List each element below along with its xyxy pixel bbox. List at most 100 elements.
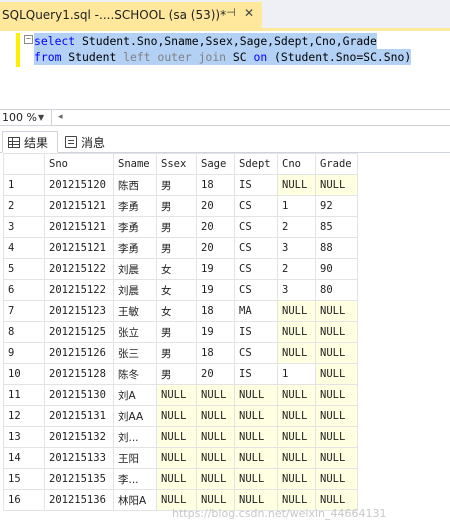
- scroll-left-icon[interactable]: ◂: [58, 110, 63, 125]
- cell-grade[interactable]: NULL: [315, 174, 358, 196]
- cell-sno[interactable]: 201215136: [44, 489, 114, 511]
- query-tab[interactable]: SQLQuery1.sql -....SCHOOL (sa (53))*: [0, 2, 262, 28]
- cell-cno[interactable]: 1: [277, 363, 316, 385]
- cell-cno[interactable]: NULL: [277, 342, 316, 364]
- cell-ssex[interactable]: NULL: [156, 447, 197, 469]
- cell-sname[interactable]: 李...: [113, 468, 157, 490]
- sql-editor[interactable]: − select Student.Sno,Sname,Ssex,Sage,Sde…: [0, 31, 450, 108]
- cell-sname[interactable]: 刘AA: [113, 405, 157, 427]
- cell-cno[interactable]: 2: [277, 216, 316, 238]
- cell-sage[interactable]: 18: [196, 342, 235, 364]
- cell-cno[interactable]: NULL: [277, 321, 316, 343]
- cell-sname[interactable]: 李勇: [113, 216, 157, 238]
- cell-grade[interactable]: NULL: [315, 447, 358, 469]
- table-row[interactable]: 5 201215122 刘晨女 19 CS 2 90: [3, 258, 358, 280]
- cell-ssex[interactable]: 男: [156, 363, 197, 385]
- table-row[interactable]: 8 201215125 张立男 19 IS NULL NULL: [3, 321, 358, 343]
- table-row[interactable]: 9 201215126 张三男 18 CS NULL NULL: [3, 342, 358, 364]
- table-row[interactable]: 11 201215130 刘A NULL NULL NULL NULL NULL: [3, 384, 358, 406]
- cell-grade[interactable]: NULL: [315, 342, 358, 364]
- cell-sage[interactable]: NULL: [196, 384, 235, 406]
- cell-grade[interactable]: NULL: [315, 468, 358, 490]
- cell-sname[interactable]: 王阳: [113, 447, 157, 469]
- cell-sname[interactable]: 陈冬: [113, 363, 157, 385]
- column-header-cno[interactable]: Cno: [277, 153, 316, 175]
- results-grid[interactable]: Sno Sname Ssex Sage Sdept Cno Grade 1 201…: [3, 153, 358, 511]
- cell-grade[interactable]: 90: [315, 258, 358, 280]
- table-row[interactable]: 3 201215121 李勇男 20 CS 2 85: [3, 216, 358, 238]
- cell-sname[interactable]: 陈西: [113, 174, 157, 196]
- column-header-sdept[interactable]: Sdept: [234, 153, 278, 175]
- cell-sno[interactable]: 201215135: [44, 468, 114, 490]
- cell-sname[interactable]: 刘...: [113, 426, 157, 448]
- cell-sno[interactable]: 201215126: [44, 342, 114, 364]
- cell-row-number[interactable]: 3: [3, 216, 45, 238]
- cell-sdept[interactable]: NULL: [234, 384, 278, 406]
- cell-cno[interactable]: NULL: [277, 300, 316, 322]
- cell-row-number[interactable]: 4: [3, 237, 45, 259]
- pin-icon[interactable]: ⊣: [224, 5, 238, 21]
- code-line-1[interactable]: select Student.Sno,Sname,Ssex,Sage,Sdept…: [34, 33, 377, 49]
- cell-row-number[interactable]: 1: [3, 174, 45, 196]
- cell-row-number[interactable]: 9: [3, 342, 45, 364]
- cell-ssex[interactable]: NULL: [156, 384, 197, 406]
- cell-ssex[interactable]: 男: [156, 237, 197, 259]
- cell-sname[interactable]: 李勇: [113, 195, 157, 217]
- column-header-ssex[interactable]: Ssex: [156, 153, 197, 175]
- cell-ssex[interactable]: NULL: [156, 405, 197, 427]
- zoom-select[interactable]: 100 % ▼: [0, 110, 52, 125]
- tab-messages[interactable]: 消息: [60, 131, 116, 153]
- cell-sno[interactable]: 201215120: [44, 174, 114, 196]
- cell-ssex[interactable]: 男: [156, 342, 197, 364]
- cell-sname[interactable]: 刘A: [113, 384, 157, 406]
- cell-ssex[interactable]: 男: [156, 195, 197, 217]
- cell-grade[interactable]: NULL: [315, 426, 358, 448]
- cell-ssex[interactable]: 男: [156, 174, 197, 196]
- collapse-icon[interactable]: −: [24, 35, 33, 44]
- cell-grade[interactable]: NULL: [315, 300, 358, 322]
- cell-row-number[interactable]: 2: [3, 195, 45, 217]
- cell-cno[interactable]: NULL: [277, 426, 316, 448]
- cell-sdept[interactable]: NULL: [234, 468, 278, 490]
- cell-sname[interactable]: 李勇: [113, 237, 157, 259]
- cell-sdept[interactable]: CS: [234, 342, 278, 364]
- table-row[interactable]: 10 201215128 陈冬男 20 IS 1 NULL: [3, 363, 358, 385]
- cell-sname[interactable]: 张三: [113, 342, 157, 364]
- cell-sdept[interactable]: NULL: [234, 447, 278, 469]
- cell-sdept[interactable]: CS: [234, 279, 278, 301]
- cell-sage[interactable]: 20: [196, 216, 235, 238]
- cell-sno[interactable]: 201215121: [44, 216, 114, 238]
- cell-sno[interactable]: 201215128: [44, 363, 114, 385]
- cell-grade[interactable]: 85: [315, 216, 358, 238]
- cell-cno[interactable]: 1: [277, 195, 316, 217]
- cell-sname[interactable]: 刘晨: [113, 279, 157, 301]
- cell-ssex[interactable]: 女: [156, 258, 197, 280]
- cell-sno[interactable]: 201215122: [44, 279, 114, 301]
- table-row[interactable]: 7 201215123 王敏女 18 MA NULL NULL: [3, 300, 358, 322]
- cell-sno[interactable]: 201215133: [44, 447, 114, 469]
- cell-ssex[interactable]: 男: [156, 216, 197, 238]
- cell-sdept[interactable]: IS: [234, 321, 278, 343]
- code-line-2[interactable]: from Student left outer join SC on (Stud…: [34, 49, 412, 65]
- cell-row-number[interactable]: 10: [3, 363, 45, 385]
- cell-row-number[interactable]: 5: [3, 258, 45, 280]
- cell-sdept[interactable]: NULL: [234, 405, 278, 427]
- cell-sno[interactable]: 201215123: [44, 300, 114, 322]
- cell-ssex[interactable]: 女: [156, 300, 197, 322]
- cell-cno[interactable]: NULL: [277, 384, 316, 406]
- row-number-header[interactable]: [3, 153, 45, 175]
- cell-sage[interactable]: 20: [196, 363, 235, 385]
- cell-sdept[interactable]: CS: [234, 195, 278, 217]
- table-row[interactable]: 1 201215120 陈西男 18 IS NULL NULL: [3, 174, 358, 196]
- cell-row-number[interactable]: 8: [3, 321, 45, 343]
- cell-sname[interactable]: 林阳A: [113, 489, 157, 511]
- cell-sage[interactable]: NULL: [196, 447, 235, 469]
- table-row[interactable]: 2 201215121 李勇男 20 CS 1 92: [3, 195, 358, 217]
- cell-sno[interactable]: 201215130: [44, 384, 114, 406]
- cell-sname[interactable]: 王敏: [113, 300, 157, 322]
- cell-grade[interactable]: 80: [315, 279, 358, 301]
- cell-cno[interactable]: NULL: [277, 468, 316, 490]
- cell-grade[interactable]: NULL: [315, 405, 358, 427]
- tab-results[interactable]: 结果: [2, 131, 58, 153]
- cell-ssex[interactable]: NULL: [156, 426, 197, 448]
